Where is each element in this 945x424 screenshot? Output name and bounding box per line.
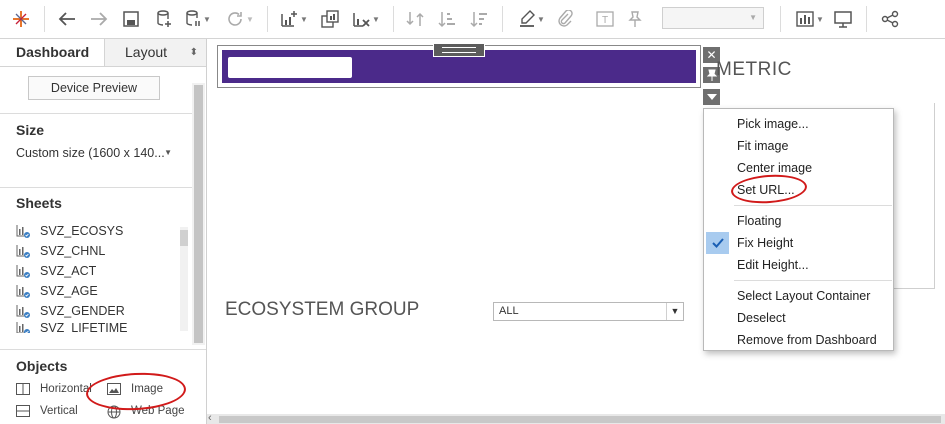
sheet-item[interactable]: SVZ_ECOSYS (16, 221, 123, 241)
new-sheet-icon[interactable]: ▼ (276, 7, 312, 31)
size-dropdown[interactable]: Custom size (1600 x 140... ▼ (16, 146, 174, 164)
menu-center-image[interactable]: Center image (704, 157, 893, 179)
sort-asc-icon[interactable] (436, 7, 458, 31)
ecosystem-group-title: ECOSYSTEM GROUP (225, 299, 420, 320)
sheets-scrollbar[interactable] (180, 227, 188, 331)
highlight-icon[interactable]: ▼ (514, 7, 550, 31)
tab-layout-label: Layout (125, 44, 168, 60)
tab-layout[interactable]: Layout ⬍ (104, 39, 206, 66)
objects-title: Objects (16, 358, 68, 374)
sheet-item[interactable]: SVZ_AGE (16, 281, 98, 301)
show-me-icon[interactable]: ▼ (792, 7, 828, 31)
swap-icon[interactable] (404, 7, 426, 31)
sheet-icon (16, 244, 30, 258)
chevron-down-icon: ▼ (164, 148, 172, 157)
redo-icon[interactable] (88, 7, 110, 31)
horizontal-scrollbar[interactable]: ‹ (207, 412, 945, 424)
pause-updates-icon[interactable]: ▼ (184, 7, 212, 31)
panel-tabs: Dashboard Layout ⬍ (0, 39, 206, 67)
pin-icon[interactable] (624, 7, 646, 31)
metric-title: METRIC (716, 59, 792, 80)
undo-icon[interactable] (56, 7, 78, 31)
vertical-container-icon (16, 405, 30, 417)
object-horizontal-label: Horizontal (40, 383, 92, 395)
duplicate-sheet-icon[interactable] (318, 7, 342, 31)
menu-pick-image[interactable]: Pick image... (704, 113, 893, 135)
sheet-label: SVZ_AGE (40, 284, 98, 298)
object-horizontal[interactable]: Horizontal (16, 380, 92, 398)
object-vertical-label: Vertical (40, 405, 78, 417)
menu-fix-height[interactable]: Fix Height (704, 232, 893, 254)
sheet-label: SVZ_ACT (40, 264, 97, 278)
menu-floating[interactable]: Floating (704, 210, 893, 232)
sheet-item[interactable]: SVZ_CHNL (16, 241, 105, 261)
menu-fix-height-label: Fix Height (737, 236, 794, 250)
checkmark-icon (706, 232, 729, 254)
menu-deselect[interactable]: Deselect (704, 307, 893, 329)
menu-select-layout-container[interactable]: Select Layout Container (704, 285, 893, 307)
object-vertical[interactable]: Vertical (16, 402, 78, 420)
sheet-label: SVZ_LIFETIME (40, 321, 128, 333)
sheet-item[interactable]: SVZ_ACT (16, 261, 96, 281)
toolbar: ▼ ▼ ▼ ▼ ▼ T ▼ ▼ (0, 0, 945, 39)
sheet-icon (16, 321, 30, 333)
chevron-down-icon: ▼ (666, 303, 683, 320)
menu-remove-from-dashboard[interactable]: Remove from Dashboard (704, 329, 893, 351)
horizontal-container-icon (16, 383, 30, 395)
tableau-logo-icon[interactable] (10, 7, 32, 31)
sheet-item[interactable]: SVZ_GENDER (16, 301, 125, 321)
tab-dashboard[interactable]: Dashboard (0, 39, 104, 66)
presentation-icon[interactable] (832, 7, 854, 31)
menu-fit-image[interactable]: Fit image (704, 135, 893, 157)
sort-icon: ⬍ (189, 47, 198, 58)
filter-value: ALL (499, 305, 519, 317)
save-icon[interactable] (120, 7, 142, 31)
device-preview-button[interactable]: Device Preview (28, 76, 160, 100)
redacted-logo (228, 57, 352, 78)
context-menu: Pick image... Fit image Center image Set… (703, 108, 894, 351)
sheet-icon (16, 264, 30, 278)
sheet-item[interactable]: SVZ_LIFETIME (16, 321, 128, 333)
ecosystem-filter-dropdown[interactable]: ALL ▼ (493, 302, 684, 321)
label-icon[interactable]: T (594, 7, 616, 31)
refresh-icon[interactable]: ▼ (222, 7, 258, 31)
sort-desc-icon[interactable] (468, 7, 490, 31)
sheet-label: SVZ_GENDER (40, 304, 125, 318)
sheet-icon (16, 284, 30, 298)
fit-dropdown[interactable]: ▼ (662, 7, 764, 29)
left-panel: Dashboard Layout ⬍ Device Preview Size C… (0, 39, 207, 424)
sheet-icon (16, 304, 30, 318)
sheet-label: SVZ_ECOSYS (40, 224, 124, 238)
sheet-label: SVZ_CHNL (40, 244, 106, 258)
size-value: Custom size (1600 x 140... (16, 146, 165, 160)
size-title: Size (16, 122, 45, 138)
group-icon[interactable] (554, 7, 576, 31)
drag-handle[interactable] (433, 43, 485, 57)
share-icon[interactable] (879, 7, 901, 31)
sheets-title: Sheets (16, 195, 62, 211)
more-options-icon[interactable] (703, 89, 720, 105)
panel-scrollbar[interactable] (192, 83, 205, 345)
chevron-left-icon[interactable]: ‹ (208, 412, 212, 424)
new-datasource-icon[interactable] (153, 7, 175, 31)
svg-text:T: T (602, 15, 608, 26)
sheet-icon (16, 224, 30, 238)
clear-sheet-icon[interactable]: ▼ (348, 7, 384, 31)
menu-edit-height[interactable]: Edit Height... (704, 254, 893, 276)
